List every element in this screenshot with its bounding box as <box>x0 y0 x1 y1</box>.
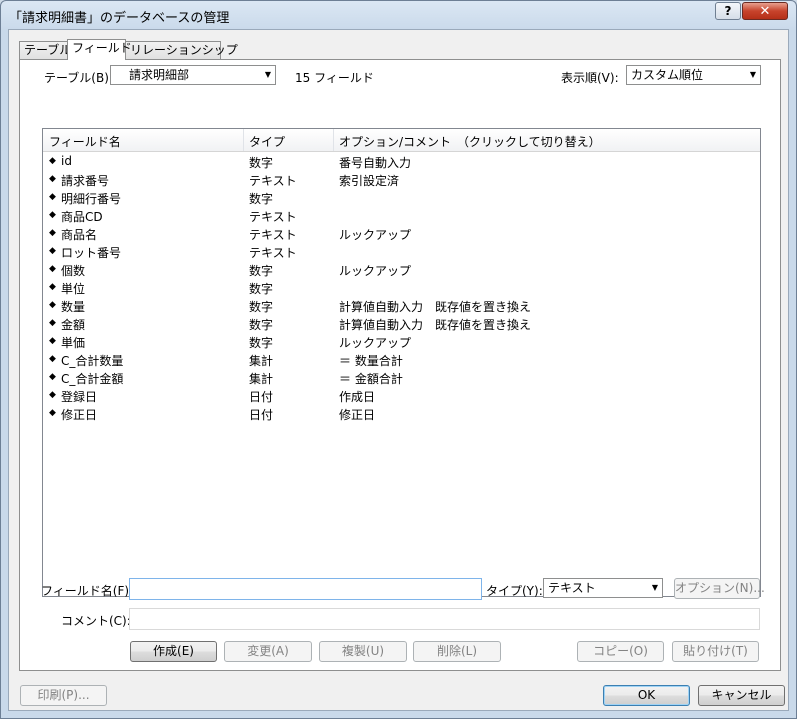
table-select-value: 請求明細部 <box>129 68 190 82</box>
help-button[interactable]: ? <box>715 2 741 20</box>
drag-handle-icon[interactable]: ◆ <box>49 390 56 400</box>
ok-button[interactable]: OK <box>603 685 690 706</box>
field-name-input[interactable] <box>129 578 482 600</box>
comment-label: コメント(C): <box>61 614 131 628</box>
duplicate-button[interactable]: 複製(U) <box>319 641 407 662</box>
drag-handle-icon[interactable]: ◆ <box>49 282 56 292</box>
drag-handle-icon[interactable]: ◆ <box>49 354 56 364</box>
window-title: 「請求明細書」のデータベースの管理 <box>9 11 230 26</box>
field-list-header: フィールド名 タイプ オプション/コメント （クリックして切り替え） <box>43 129 760 152</box>
table-select[interactable]: 請求明細部 ▼ <box>110 65 276 85</box>
field-row[interactable]: ◆ 商品CD テキスト <box>43 207 760 225</box>
sort-select-value: カスタム順位 <box>631 68 704 82</box>
field-count: 15 フィールド <box>295 71 374 85</box>
field-row[interactable]: ◆ 商品名 テキスト ルックアップ <box>43 225 760 243</box>
field-row[interactable]: ◆ 登録日 日付 作成日 <box>43 387 760 405</box>
field-row[interactable]: ◆ 明細行番号 数字 <box>43 189 760 207</box>
drag-handle-icon[interactable]: ◆ <box>49 318 56 328</box>
change-button[interactable]: 変更(A) <box>224 641 312 662</box>
dialog-window: 「請求明細書」のデータベースの管理 ? ✕ テーブル フィールド リレーションシ… <box>0 0 797 719</box>
field-row[interactable]: ◆ ロット番号 テキスト <box>43 243 760 261</box>
type-select[interactable]: テキスト ▼ <box>543 578 663 598</box>
chevron-down-icon: ▼ <box>651 583 658 592</box>
drag-handle-icon[interactable]: ◆ <box>49 156 56 166</box>
drag-handle-icon[interactable]: ◆ <box>49 408 56 418</box>
close-button[interactable]: ✕ <box>742 2 788 20</box>
field-row[interactable]: ◆ 単位 数字 <box>43 279 760 297</box>
drag-handle-icon[interactable]: ◆ <box>49 336 56 346</box>
tab-relationships[interactable]: リレーションシップ <box>125 41 238 59</box>
field-row[interactable]: ◆ C_合計金額 集計＝ 金額合計 <box>43 369 760 387</box>
field-row[interactable]: ◆ 数量 数字 計算値自動入力 既存値を置き換え <box>43 297 760 315</box>
drag-handle-icon[interactable]: ◆ <box>49 246 56 256</box>
field-row[interactable]: ◆ 単価 数字 ルックアップ <box>43 333 760 351</box>
column-header-options[interactable]: オプション/コメント （クリックして切り替え） <box>339 133 601 150</box>
field-row[interactable]: ◆ 個数 数字 ルックアップ <box>43 261 760 279</box>
options-button[interactable]: オプション(N)... <box>674 578 765 599</box>
table-label: テーブル(B): <box>44 71 113 85</box>
type-label: タイプ(Y): <box>486 584 543 598</box>
field-row[interactable]: ◆ 金額 数字 計算値自動入力 既存値を置き換え <box>43 315 760 333</box>
drag-handle-icon[interactable]: ◆ <box>49 210 56 220</box>
column-divider[interactable] <box>243 129 244 151</box>
tab-tables[interactable]: テーブル <box>19 41 71 59</box>
drag-handle-icon[interactable]: ◆ <box>49 228 56 238</box>
delete-button[interactable]: 削除(L) <box>413 641 501 662</box>
title-bar[interactable]: 「請求明細書」のデータベースの管理 ? ✕ <box>1 1 796 29</box>
type-select-value: テキスト <box>548 581 596 595</box>
chevron-down-icon: ▼ <box>264 70 271 79</box>
sort-label: 表示順(V): <box>561 71 619 85</box>
field-name-label: フィールド名(F): <box>41 584 134 598</box>
field-row[interactable]: ◆ 修正日 日付 修正日 <box>43 405 760 423</box>
copy-button[interactable]: コピー(O) <box>577 641 664 662</box>
field-list[interactable]: フィールド名 タイプ オプション/コメント （クリックして切り替え） ◆ id 数字… <box>42 128 761 597</box>
tab-fields[interactable]: フィールド <box>67 39 132 60</box>
drag-handle-icon[interactable]: ◆ <box>49 174 56 184</box>
cancel-button[interactable]: キャンセル <box>698 685 785 706</box>
drag-handle-icon[interactable]: ◆ <box>49 192 56 202</box>
column-header-name[interactable]: フィールド名 <box>49 133 121 150</box>
field-row[interactable]: ◆ id 数字 番号自動入力 <box>43 153 760 171</box>
create-button[interactable]: 作成(E) <box>130 641 217 662</box>
drag-handle-icon[interactable]: ◆ <box>49 300 56 310</box>
column-header-type[interactable]: タイプ <box>249 133 285 150</box>
chevron-down-icon: ▼ <box>749 70 756 79</box>
sort-select[interactable]: カスタム順位 ▼ <box>626 65 761 85</box>
field-row[interactable]: ◆ 請求番号 テキスト 索引設定済 <box>43 171 760 189</box>
drag-handle-icon[interactable]: ◆ <box>49 264 56 274</box>
column-divider[interactable] <box>333 129 334 151</box>
drag-handle-icon[interactable]: ◆ <box>49 372 56 382</box>
comment-input[interactable] <box>129 608 760 630</box>
dialog-client: テーブル フィールド リレーションシップ テーブル(B): 請求明細部 ▼ 15… <box>8 29 789 711</box>
paste-button[interactable]: 貼り付け(T) <box>672 641 759 662</box>
print-button[interactable]: 印刷(P)... <box>20 685 107 706</box>
field-row[interactable]: ◆ C_合計数量 集計＝ 数量合計 <box>43 351 760 369</box>
